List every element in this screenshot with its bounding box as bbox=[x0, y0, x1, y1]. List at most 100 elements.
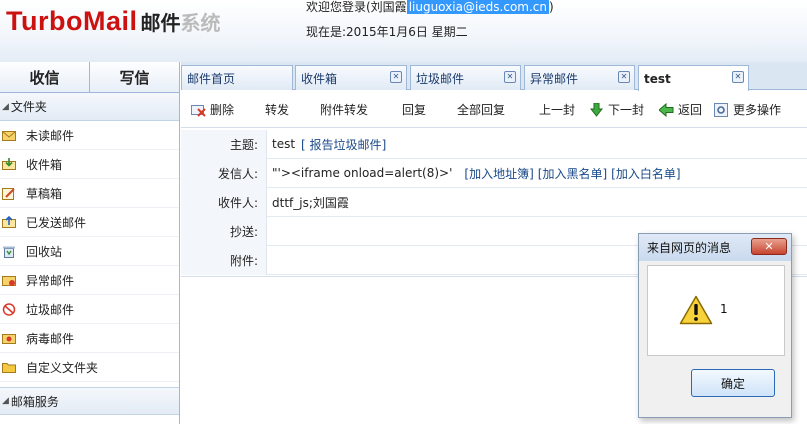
abnormal-mail-icon bbox=[2, 274, 16, 287]
spam-icon bbox=[2, 302, 16, 316]
back-label: 返回 bbox=[678, 103, 703, 117]
cc-label: 抄送: bbox=[181, 216, 267, 246]
tab-label: 异常邮件 bbox=[530, 71, 579, 86]
sidebar-item-spam[interactable]: 垃圾邮件 bbox=[0, 295, 179, 324]
user-email: liuguoxia@ieds.com.cn bbox=[406, 0, 549, 14]
subject-label: 主题: bbox=[181, 129, 267, 159]
close-tab-icon[interactable]: ✕ bbox=[504, 71, 516, 83]
more-actions-label: 更多操作 bbox=[733, 103, 782, 117]
close-tab-icon[interactable]: ✕ bbox=[390, 71, 402, 83]
tab-abnormal[interactable]: 异常邮件 ✕ bbox=[524, 65, 635, 90]
dialog-titlebar: 来自网页的消息 ✕ bbox=[639, 234, 791, 261]
warning-icon bbox=[679, 295, 713, 325]
subject-value: test bbox=[272, 137, 296, 151]
sidebar-item-custom[interactable]: 自定义文件夹 bbox=[0, 353, 179, 382]
app-header: TurboMail 邮件 系统 欢迎您登录(刘国霞 liuguoxia@ieds.… bbox=[0, 0, 807, 62]
reply-label: 回复 bbox=[402, 103, 427, 117]
add-to-blacklist-link[interactable]: [加入黑名单] bbox=[538, 165, 607, 182]
reply-all-label: 全部回复 bbox=[457, 103, 506, 117]
sidebar-item-drafts[interactable]: 草稿箱 bbox=[0, 179, 179, 208]
ok-button[interactable]: 确定 bbox=[691, 369, 775, 397]
sidebar-item-abnormal[interactable]: 异常邮件 bbox=[0, 266, 179, 295]
sidebar-item-inbox[interactable]: 收件箱 bbox=[0, 150, 179, 179]
forward-attachment-button[interactable]: 附件转发 bbox=[320, 101, 368, 118]
previous-mail-button[interactable]: 上一封 bbox=[539, 101, 575, 118]
sidebar-item-label: 病毒邮件 bbox=[26, 331, 75, 346]
add-to-whitelist-link[interactable]: [加入白名单] bbox=[611, 165, 680, 182]
dialog-message: 1 bbox=[720, 302, 728, 316]
reply-all-button[interactable]: 全部回复 bbox=[457, 101, 505, 118]
back-button[interactable]: 返回 bbox=[658, 101, 703, 118]
from-value: "'><iframe onload=alert(8)>' bbox=[272, 166, 453, 180]
sidebar-item-virus[interactable]: 病毒邮件 bbox=[0, 324, 179, 353]
tab-test[interactable]: test ✕ bbox=[638, 65, 749, 91]
more-actions-button[interactable]: 更多操作 bbox=[714, 101, 781, 118]
sidebar-item-label: 垃圾邮件 bbox=[26, 302, 75, 317]
close-tab-icon[interactable]: ✕ bbox=[618, 71, 630, 83]
unread-mail-icon bbox=[2, 129, 16, 142]
services-header[interactable]: ◢ 邮箱服务 bbox=[0, 387, 179, 415]
to-value: dttf_js;刘国霞 bbox=[272, 195, 349, 210]
sidebar-item-label: 已发送邮件 bbox=[26, 215, 87, 230]
welcome-prefix: 欢迎您登录(刘国霞 bbox=[306, 0, 407, 14]
delete-icon bbox=[191, 103, 206, 117]
compose-button[interactable]: 写信 bbox=[89, 62, 179, 92]
collapse-caret-icon: ◢ bbox=[2, 396, 9, 406]
delete-button[interactable]: 删除 bbox=[191, 101, 234, 118]
welcome-text: 欢迎您登录(刘国霞 liuguoxia@ieds.com.cn) bbox=[306, 0, 554, 14]
sent-icon bbox=[2, 215, 16, 229]
settings-icon bbox=[714, 102, 729, 117]
from-value-cell: "'><iframe onload=alert(8)>' [加入地址簿] [加入… bbox=[267, 165, 681, 182]
subject-value-cell: test [ 报告垃圾邮件] bbox=[267, 136, 386, 153]
compose-row: 收信 写信 bbox=[0, 62, 179, 93]
report-spam-link[interactable]: [ 报告垃圾邮件] bbox=[301, 136, 386, 153]
folder-list: 未读邮件 收件箱 草稿箱 已发送邮件 回收站 异常邮件 垃圾邮件 病毒邮件 自定… bbox=[0, 121, 179, 382]
tab-label: 邮件首页 bbox=[187, 71, 236, 86]
dialog-title: 来自网页的消息 bbox=[647, 241, 732, 255]
logo: TurboMail 邮件 系统 bbox=[6, 6, 220, 46]
from-row: 发信人: "'><iframe onload=alert(8)>' [加入地址簿… bbox=[181, 158, 807, 188]
alert-dialog: 来自网页的消息 ✕ 1 确定 bbox=[638, 233, 792, 418]
from-label: 发信人: bbox=[181, 158, 267, 188]
next-mail-button[interactable]: 下一封 bbox=[589, 101, 644, 118]
attachment-label: 附件: bbox=[181, 245, 267, 275]
sidebar-item-unread[interactable]: 未读邮件 bbox=[0, 121, 179, 150]
logo-mail: 邮件 bbox=[140, 11, 181, 35]
tab-label: 垃圾邮件 bbox=[416, 71, 465, 86]
forward-button[interactable]: 转发 bbox=[265, 101, 289, 118]
logo-system: 系统 bbox=[180, 11, 221, 35]
custom-folder-icon bbox=[2, 361, 16, 374]
reply-button[interactable]: 回复 bbox=[402, 101, 426, 118]
back-arrow-icon bbox=[658, 102, 674, 117]
sidebar-item-label: 异常邮件 bbox=[26, 273, 75, 288]
tab-spam[interactable]: 垃圾邮件 ✕ bbox=[410, 65, 521, 90]
dialog-close-button[interactable]: ✕ bbox=[751, 238, 787, 255]
trash-icon bbox=[2, 245, 16, 258]
inbox-icon bbox=[2, 157, 16, 171]
tab-label: test bbox=[644, 71, 671, 86]
sidebar-item-trash[interactable]: 回收站 bbox=[0, 237, 179, 266]
receive-mail-button[interactable]: 收信 bbox=[0, 62, 89, 92]
tab-label: 收件箱 bbox=[301, 71, 338, 86]
down-arrow-icon bbox=[589, 102, 604, 117]
sidebar-item-label: 未读邮件 bbox=[26, 128, 75, 143]
sidebar-item-label: 自定义文件夹 bbox=[26, 360, 99, 375]
virus-mail-icon bbox=[2, 332, 16, 345]
previous-mail-label: 上一封 bbox=[539, 103, 576, 117]
welcome-suffix: ) bbox=[549, 0, 554, 14]
tab-home[interactable]: 邮件首页 bbox=[181, 65, 293, 90]
collapse-caret-icon: ◢ bbox=[2, 101, 9, 112]
folders-title: 文件夹 bbox=[10, 100, 47, 114]
close-tab-icon[interactable]: ✕ bbox=[732, 71, 744, 83]
subject-row: 主题: test [ 报告垃圾邮件] bbox=[181, 129, 807, 159]
tab-inbox[interactable]: 收件箱 ✕ bbox=[295, 65, 407, 90]
to-label: 收件人: bbox=[181, 187, 267, 217]
logo-brand: TurboMail bbox=[6, 6, 138, 36]
delete-label: 删除 bbox=[210, 103, 235, 117]
folders-header[interactable]: ◢ 文件夹 bbox=[0, 93, 179, 121]
to-row: 收件人: dttf_js;刘国霞 bbox=[181, 187, 807, 217]
add-to-addressbook-link[interactable]: [加入地址簿] bbox=[464, 165, 533, 182]
tab-bar: 邮件首页 收件箱 ✕ 垃圾邮件 ✕ 异常邮件 ✕ test ✕ bbox=[181, 62, 807, 91]
sidebar-item-sent[interactable]: 已发送邮件 bbox=[0, 208, 179, 237]
drafts-icon bbox=[2, 187, 16, 200]
